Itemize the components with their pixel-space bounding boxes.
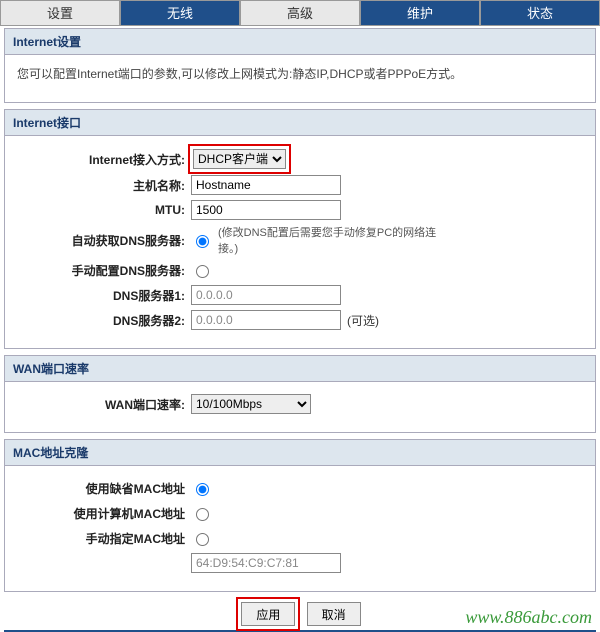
tab-advanced[interactable]: 高级 bbox=[240, 0, 360, 26]
mac-clone-title: MAC地址克隆 bbox=[5, 440, 595, 466]
internet-interface-section: Internet接口 Internet接入方式: DHCP客户端 主机名称: bbox=[4, 109, 596, 349]
auto-dns-label: 自动获取DNS服务器: bbox=[15, 232, 191, 249]
wan-rate-title: WAN端口速率 bbox=[5, 356, 595, 382]
internet-interface-title: Internet接口 bbox=[5, 110, 595, 136]
auto-dns-note: (修改DNS配置后需要您手动修复PC的网络连接。) bbox=[218, 224, 448, 256]
default-mac-radio[interactable] bbox=[196, 483, 209, 496]
auto-dns-radio[interactable] bbox=[196, 235, 209, 248]
mac-clone-section: MAC地址克隆 使用缺省MAC地址 使用计算机MAC地址 手动指定MAC地址 bbox=[4, 439, 596, 592]
access-mode-select[interactable]: DHCP客户端 bbox=[193, 149, 286, 169]
apply-button[interactable]: 应用 bbox=[241, 602, 295, 626]
hostname-label: 主机名称: bbox=[15, 177, 191, 194]
tab-wireless[interactable]: 无线 bbox=[120, 0, 240, 26]
tab-settings[interactable]: 设置 bbox=[0, 0, 120, 26]
mtu-label: MTU: bbox=[15, 203, 191, 217]
dns2-input[interactable] bbox=[191, 310, 341, 330]
internet-settings-title: Internet设置 bbox=[5, 29, 595, 55]
pc-mac-label: 使用计算机MAC地址 bbox=[15, 505, 191, 522]
dns1-label: DNS服务器1: bbox=[15, 287, 191, 304]
dns2-optional: (可选) bbox=[347, 312, 379, 329]
manual-mac-label: 手动指定MAC地址 bbox=[15, 530, 191, 547]
cancel-button[interactable]: 取消 bbox=[307, 602, 361, 626]
tab-maintenance[interactable]: 维护 bbox=[360, 0, 480, 26]
manual-mac-radio[interactable] bbox=[196, 533, 209, 546]
top-tabs: 设置 无线 高级 维护 状态 bbox=[0, 0, 600, 26]
button-row: 应用 取消 bbox=[0, 600, 600, 628]
default-mac-label: 使用缺省MAC地址 bbox=[15, 480, 191, 497]
manual-dns-radio[interactable] bbox=[196, 265, 209, 278]
internet-settings-section: Internet设置 您可以配置Internet端口的参数,可以修改上网模式为:… bbox=[4, 28, 596, 103]
wan-rate-section: WAN端口速率 WAN端口速率: 10/100Mbps bbox=[4, 355, 596, 433]
dns2-label: DNS服务器2: bbox=[15, 312, 191, 329]
wan-rate-select[interactable]: 10/100Mbps bbox=[191, 394, 311, 414]
internet-settings-desc: 您可以配置Internet端口的参数,可以修改上网模式为:静态IP,DHCP或者… bbox=[5, 55, 595, 92]
mtu-input[interactable] bbox=[191, 200, 341, 220]
tab-status[interactable]: 状态 bbox=[480, 0, 600, 26]
mac-input[interactable] bbox=[191, 553, 341, 573]
access-mode-label: Internet接入方式: bbox=[15, 151, 191, 168]
pc-mac-radio[interactable] bbox=[196, 508, 209, 521]
hostname-input[interactable] bbox=[191, 175, 341, 195]
wan-rate-label: WAN端口速率: bbox=[15, 396, 191, 413]
dns1-input[interactable] bbox=[191, 285, 341, 305]
manual-dns-label: 手动配置DNS服务器: bbox=[15, 262, 191, 279]
